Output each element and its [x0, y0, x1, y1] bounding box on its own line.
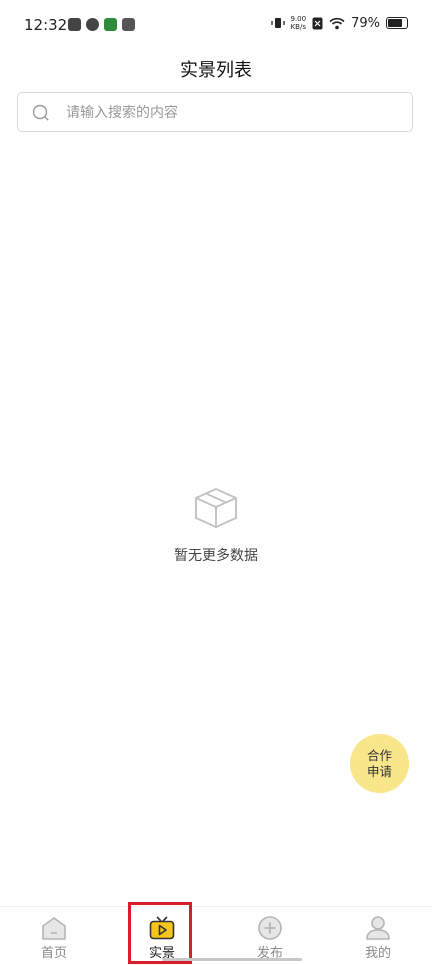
- app-notification-icon: [122, 18, 135, 31]
- tab-scenes[interactable]: 实景: [108, 907, 216, 965]
- search-bar[interactable]: [17, 92, 413, 133]
- net-speed: 9.00 KB/s: [291, 15, 307, 31]
- page-title: 实景列表: [180, 60, 252, 81]
- net-speed-unit: KB/s: [290, 23, 306, 31]
- link-notification-icon: [86, 18, 99, 31]
- cooperation-apply-button[interactable]: 合作 申请: [350, 734, 409, 793]
- net-speed-value: 9.00: [290, 15, 307, 23]
- bottom-tab-bar: 首页 实景 发布 我的: [0, 906, 432, 965]
- box-icon: [195, 487, 237, 529]
- cooperation-apply-line2: 申请: [366, 763, 392, 779]
- mail-notification-icon: [68, 18, 81, 31]
- wifi-icon: [329, 17, 345, 29]
- home-icon: [42, 917, 66, 940]
- tab-home-label: 首页: [40, 946, 67, 961]
- status-bar: 12:32 9.00 KB/s 79%: [0, 0, 432, 50]
- sim-off-icon: [312, 17, 323, 29]
- tab-mine[interactable]: 我的: [324, 907, 432, 965]
- user-icon: [366, 916, 390, 940]
- tab-mine-label: 我的: [364, 946, 391, 961]
- battery-percent: 79%: [351, 15, 380, 31]
- status-indicators: 9.00 KB/s 79%: [270, 15, 408, 31]
- battery-icon: [386, 17, 408, 29]
- vibrate-icon: [270, 18, 285, 28]
- search-input[interactable]: [64, 93, 398, 133]
- plus-circle-icon: [258, 916, 282, 940]
- cooperation-apply-line1: 合作: [366, 747, 392, 763]
- tv-play-icon: [149, 916, 175, 940]
- wechat-notification-icon: [104, 18, 117, 31]
- status-time: 12:32: [24, 16, 68, 34]
- empty-state-message: 暂无更多数据: [174, 548, 258, 564]
- tab-home[interactable]: 首页: [0, 907, 108, 965]
- search-icon: [32, 104, 49, 121]
- home-indicator[interactable]: [162, 958, 302, 961]
- tab-publish[interactable]: 发布: [216, 907, 324, 965]
